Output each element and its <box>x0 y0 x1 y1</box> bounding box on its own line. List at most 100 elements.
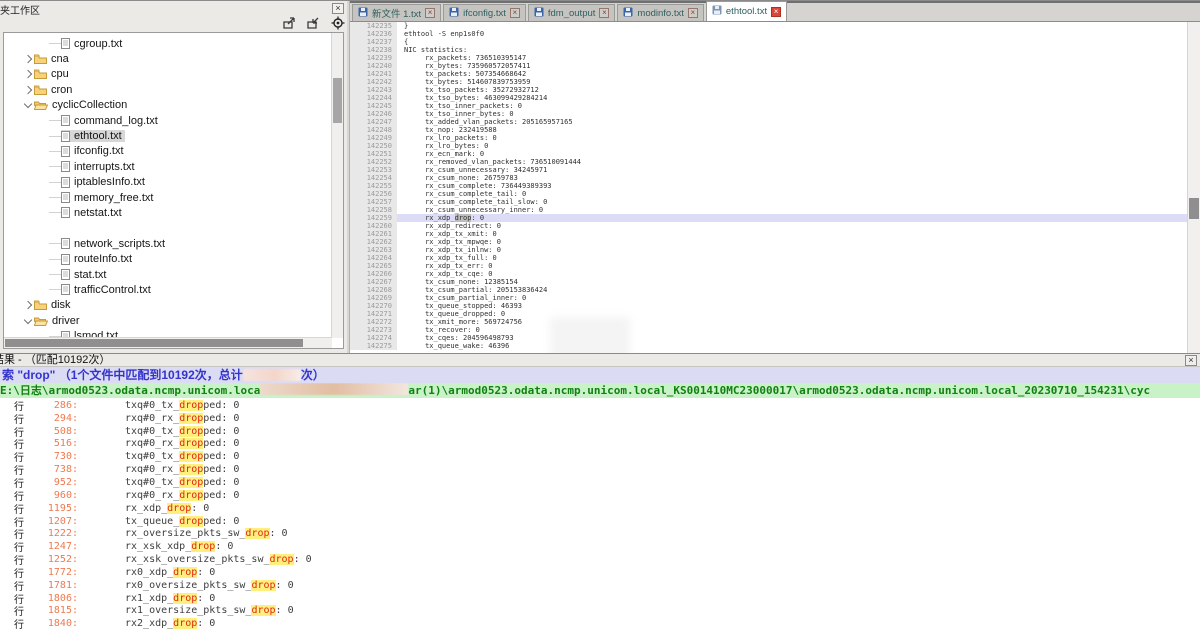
tree-item-disk[interactable]: disk <box>4 298 331 313</box>
collapse-all-button[interactable] <box>306 16 321 30</box>
result-row[interactable]: 行1772:rx0_xdp_drop: 0 <box>0 566 1200 579</box>
match-highlight: drop <box>179 464 203 475</box>
result-row[interactable]: 行952:txq#0_tx_dropped: 0 <box>0 476 1200 489</box>
result-row[interactable]: 行1247:rx_xsk_xdp_drop: 0 <box>0 540 1200 553</box>
result-row[interactable]: 行1252:rx_xsk_oversize_pkts_sw_drop: 0 <box>0 553 1200 566</box>
tree-item-cpu[interactable]: cpu <box>4 67 331 82</box>
chevron-right-icon[interactable] <box>21 71 34 77</box>
workspace-close-button[interactable]: × <box>332 3 344 14</box>
result-row[interactable]: 行286:txq#0_tx_dropped: 0 <box>0 399 1200 412</box>
scrollbar-thumb[interactable] <box>333 78 342 123</box>
tab-close-icon[interactable]: × <box>688 8 698 18</box>
tab-close-icon[interactable]: × <box>599 8 609 18</box>
tab-modinfo.txt[interactable]: modinfo.txt × <box>617 4 703 21</box>
tree-item-iptablesInfo.txt[interactable]: iptablesInfo.txt <box>4 175 331 190</box>
chevron-down-icon[interactable] <box>21 103 34 107</box>
tab--1.txt[interactable]: 新文件 1.txt× <box>352 4 441 21</box>
result-row[interactable]: 行960:rxq#0_rx_dropped: 0 <box>0 489 1200 502</box>
results-close-button[interactable]: × <box>1185 355 1197 366</box>
result-row[interactable]: 行730:txq#0_tx_dropped: 0 <box>0 450 1200 463</box>
tree-item-stat.txt[interactable]: stat.txt <box>4 267 331 282</box>
chevron-right-icon[interactable] <box>21 302 34 308</box>
tab-fdm_output[interactable]: fdm_output× <box>528 4 616 21</box>
result-row[interactable]: 行1815:rx1_oversize_pkts_sw_drop: 0 <box>0 605 1200 618</box>
tab-ifconfig.txt[interactable]: ifconfig.txt× <box>443 4 526 21</box>
folder-icon <box>34 69 47 79</box>
tree-item-driver[interactable]: driver <box>4 313 331 328</box>
tree-item-routeInfo.txt[interactable]: routeInfo.txt <box>4 251 331 266</box>
code-line: 142246 tx_tso_inner_bytes: 0 <box>350 110 1200 118</box>
tab-close-icon[interactable]: × <box>510 8 520 18</box>
tree-item-cyclicCollection[interactable]: cyclicCollection <box>4 98 331 113</box>
result-row[interactable]: 行516:rxq#0_rx_dropped: 0 <box>0 438 1200 451</box>
code-line: 142245 tx_tso_inner_packets: 0 <box>350 102 1200 110</box>
line-number: 142271 <box>350 310 397 318</box>
file-icon <box>61 192 70 203</box>
result-text: rx_xsk_oversize_pkts_sw_drop: 0 <box>125 554 312 565</box>
result-row[interactable]: 行1195:rx_xdp_drop: 0 <box>0 502 1200 515</box>
result-text: rxq#0_rx_dropped: 0 <box>125 490 239 501</box>
locate-file-button[interactable] <box>330 16 345 30</box>
file-icon <box>61 177 70 188</box>
result-line-number: 508: <box>28 426 78 437</box>
code-line-text: rx_ecn_mark: 0 <box>397 150 1200 158</box>
result-line-number: 1252: <box>28 554 78 565</box>
match-highlight: drop <box>179 516 203 527</box>
tab-label: modinfo.txt <box>637 8 683 19</box>
result-line-number: 1806: <box>28 593 78 604</box>
result-row[interactable]: 行1840:rx2_xdp_drop: 0 <box>0 617 1200 630</box>
code-line-text: rx_removed_vlan_packets: 736510091444 <box>397 158 1200 166</box>
result-line-number: 1815: <box>28 605 78 616</box>
code-line-text: tx_queue_stopped: 46393 <box>397 302 1200 310</box>
tab-close-icon[interactable]: × <box>771 7 781 17</box>
code-line-text: ethtool -S enp1s0f0 <box>397 30 1200 38</box>
match-highlight: drop <box>179 426 203 437</box>
tree-item-label: routeInfo.txt <box>74 253 132 265</box>
result-row[interactable]: 行294:rxq#0_rx_dropped: 0 <box>0 412 1200 425</box>
saved-file-icon <box>623 7 633 20</box>
result-row[interactable]: 行508:txq#0_tx_dropped: 0 <box>0 425 1200 438</box>
tree-horizontal-scrollbar[interactable] <box>4 337 332 348</box>
app-window: 夹工作区 × <box>0 0 1200 640</box>
tree-item-cron[interactable]: cron <box>4 82 331 97</box>
code-line: 142254 rx_csum_none: 26759783 <box>350 174 1200 182</box>
chevron-right-icon[interactable] <box>21 87 34 93</box>
result-text: rxq#0_rx_dropped: 0 <box>125 438 239 449</box>
tree-connector <box>49 166 61 167</box>
tree-item-interrupts.txt[interactable]: interrupts.txt <box>4 159 331 174</box>
scrollbar-thumb[interactable] <box>5 339 303 347</box>
result-file-path[interactable]: E:\日志\armod0523.odata.ncmp.unicom.locaar… <box>0 383 1200 398</box>
tree-item-cna[interactable]: cna <box>4 51 331 66</box>
tree-item-memory_free.txt[interactable]: memory_free.txt <box>4 190 331 205</box>
line-number: 142247 <box>350 118 397 126</box>
tree-item-ethtool.txt[interactable]: ethtool.txt <box>4 128 331 143</box>
scrollbar-thumb[interactable] <box>1189 198 1199 219</box>
editor-vertical-scrollbar[interactable] <box>1187 22 1200 353</box>
tab-close-icon[interactable]: × <box>425 8 435 18</box>
code-editor[interactable]: 142235}142236ethtool -S enp1s0f0142237{1… <box>350 22 1200 353</box>
result-row[interactable]: 行1781:rx0_oversize_pkts_sw_drop: 0 <box>0 579 1200 592</box>
code-line: 142265 rx_xdp_tx_err: 0 <box>350 262 1200 270</box>
result-row[interactable]: 行1222:rx_oversize_pkts_sw_drop: 0 <box>0 527 1200 540</box>
tree-vertical-scrollbar[interactable] <box>331 33 343 338</box>
code-lines: 142235}142236ethtool -S enp1s0f0142237{1… <box>350 22 1200 350</box>
tree-item-label: disk <box>51 299 71 311</box>
result-row[interactable]: 行1806:rx1_xdp_drop: 0 <box>0 592 1200 605</box>
result-row[interactable]: 行1207:tx_queue_dropped: 0 <box>0 515 1200 528</box>
tree-item-command_log.txt[interactable]: command_log.txt <box>4 113 331 128</box>
chevron-right-icon[interactable] <box>21 56 34 62</box>
tree-item-ifconfig.txt[interactable]: ifconfig.txt <box>4 144 331 159</box>
code-line: 142273 tx_recover: 0 <box>350 326 1200 334</box>
file-icon <box>61 161 70 172</box>
tree-item-cgroup.txt[interactable]: cgroup.txt <box>4 36 331 51</box>
code-line-text: tx_tso_inner_bytes: 0 <box>397 110 1200 118</box>
tree-item-netstat.txt[interactable]: netstat.txt <box>4 205 331 220</box>
tree-item-trafficControl.txt[interactable]: trafficControl.txt <box>4 282 331 297</box>
result-text: rx0_oversize_pkts_sw_drop: 0 <box>125 580 294 591</box>
expand-all-button[interactable] <box>282 16 297 30</box>
code-line: 142251 rx_ecn_mark: 0 <box>350 150 1200 158</box>
result-row[interactable]: 行738:rxq#0_rx_dropped: 0 <box>0 463 1200 476</box>
chevron-down-icon[interactable] <box>21 319 34 323</box>
tab-ethtool.txt[interactable]: ethtool.txt× <box>706 1 787 21</box>
tree-item-network_scripts.txt[interactable]: network_scripts.txt <box>4 236 331 251</box>
